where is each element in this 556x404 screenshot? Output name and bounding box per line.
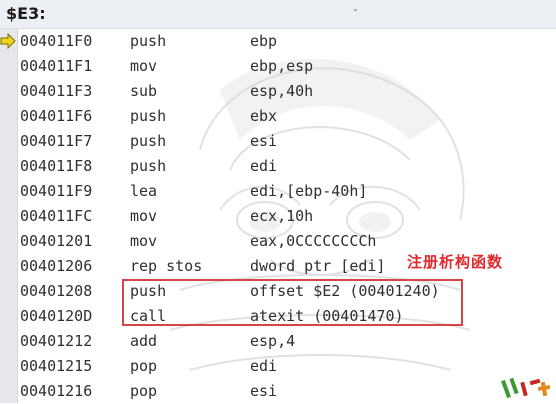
address: 00401212: [20, 332, 93, 350]
address: 004011F1: [20, 57, 93, 75]
operands: esp,40h: [250, 82, 314, 100]
address: 00401215: [20, 357, 93, 375]
mnemonic: add: [130, 332, 158, 350]
operands: dword ptr [edi]: [250, 257, 386, 275]
disassembly-title-bar: $E3: -: [0, 0, 556, 29]
mnemonic: push: [130, 32, 167, 50]
operands: eax,0CCCCCCCCh: [250, 232, 377, 250]
code-line[interactable]: 004011FC mov ecx,10h: [0, 204, 556, 229]
mnemonic: mov: [130, 57, 158, 75]
mnemonic: push: [130, 157, 167, 175]
operands: edi,[ebp-40h]: [250, 182, 368, 200]
code-line[interactable]: 004011F0 push ebp: [0, 29, 556, 54]
operands: ebp,esp: [250, 57, 314, 75]
annotation-label: 注册析构函数: [407, 253, 504, 271]
mnemonic: push: [130, 107, 167, 125]
mnemonic: mov: [130, 232, 158, 250]
address: 004011F0: [20, 32, 93, 50]
code-line[interactable]: 004011F6 push ebx: [0, 104, 556, 129]
operands: esi: [250, 382, 278, 400]
function-title: $E3:: [6, 4, 46, 23]
address: 00401216: [20, 382, 93, 400]
operands: ebx: [250, 107, 278, 125]
code-line[interactable]: 004011F3 sub esp,40h: [0, 79, 556, 104]
code-line[interactable]: 004011F8 push edi: [0, 154, 556, 179]
address: 004011F8: [20, 157, 93, 175]
address: 004011F9: [20, 182, 93, 200]
mnemonic: rep stos: [130, 257, 203, 275]
mnemonic: lea: [130, 182, 158, 200]
mnemonic: mov: [130, 207, 158, 225]
operands: ecx,10h: [250, 207, 314, 225]
address: 004011F7: [20, 132, 93, 150]
title-mark: -: [352, 3, 359, 16]
code-line[interactable]: 00401216 pop esi: [0, 379, 556, 404]
code-line[interactable]: 004011F1 mov ebp,esp: [0, 54, 556, 79]
corner-logo-icon: [501, 377, 551, 399]
mnemonic: pop: [130, 357, 158, 375]
address: 004011F3: [20, 82, 93, 100]
address: 00401208: [20, 282, 93, 300]
code-line[interactable]: 004011F9 lea edi,[ebp-40h]: [0, 179, 556, 204]
code-line[interactable]: 00401215 pop edi: [0, 354, 556, 379]
operands: edi: [250, 357, 278, 375]
current-instruction-arrow-icon: [0, 33, 16, 49]
operands: edi: [250, 157, 278, 175]
mnemonic: sub: [130, 82, 158, 100]
mnemonic: push: [130, 132, 167, 150]
operands: esp,4: [250, 332, 296, 350]
address: 00401201: [20, 232, 93, 250]
operands: ebp: [250, 32, 278, 50]
highlight-box: [122, 279, 463, 326]
code-line[interactable]: 004011F7 push esi: [0, 129, 556, 154]
mnemonic: pop: [130, 382, 158, 400]
address: 004011FC: [20, 207, 93, 225]
address: 0040120D: [20, 307, 93, 325]
code-line[interactable]: 00401212 add esp,4: [0, 329, 556, 354]
address: 00401206: [20, 257, 93, 275]
operands: esi: [250, 132, 278, 150]
address: 004011F6: [20, 107, 93, 125]
